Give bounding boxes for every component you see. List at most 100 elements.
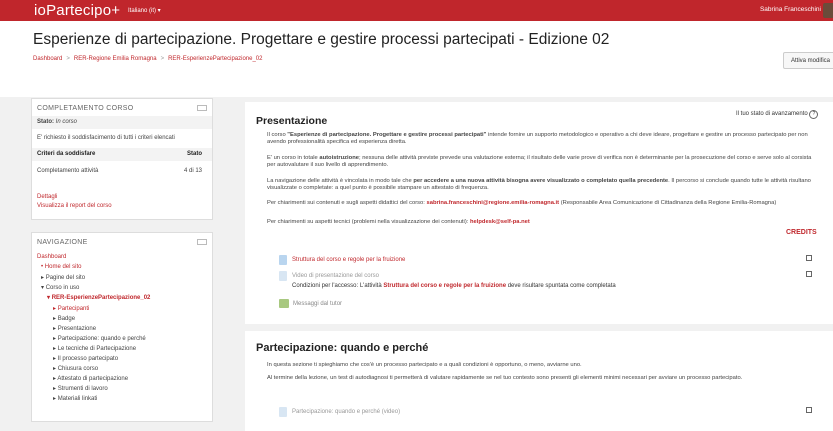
help-icon[interactable]: ? <box>809 110 819 119</box>
condition-end: deve risultare spuntata come completata <box>506 283 616 289</box>
edit-mode-button[interactable]: Attiva modifica <box>783 52 833 69</box>
course-name: "Esperienze di partecipazione. Progettar… <box>287 132 487 138</box>
breadcrumb-region[interactable]: RER-Regione Emilia Romagna <box>74 56 157 62</box>
breadcrumb-separator: > <box>66 56 70 62</box>
nav-participants-label: Partecipanti <box>57 306 90 312</box>
condition-start: Condizioni per l'accesso: L'attività <box>292 283 384 289</box>
nav-home-label: Home del sito <box>44 264 82 270</box>
completion-block: COMPLETAMENTO CORSO Stato: In corso E' r… <box>31 98 213 220</box>
nav-materiali[interactable]: ▸ Materiali linkati <box>32 395 212 402</box>
condition-activity: Struttura del corso e regole per la frui… <box>383 283 507 289</box>
nav-dashboard[interactable]: Dashboard <box>32 254 212 260</box>
page-icon <box>279 271 287 281</box>
completion-block-title: COMPLETAMENTO CORSO <box>37 105 134 112</box>
nav-presentazione[interactable]: ▸ Presentazione <box>32 325 212 332</box>
nav-site-pages[interactable]: ▸ Pagine del sito <box>32 274 212 281</box>
nav-current-course-label: Corso in uso <box>45 285 80 291</box>
p1-start: Il corso <box>267 132 288 138</box>
nav-course-label: RER-EsperienzePartecipazione_02 <box>51 295 151 301</box>
site-logo[interactable]: ioPartecipo+ <box>34 2 120 19</box>
credits-link[interactable]: CREDITS <box>786 229 817 236</box>
top-navbar: ioPartecipo+ Italiano (it) ▾ Sabrina Fra… <box>0 0 833 21</box>
p3-start: La navigazione delle attività è vincolat… <box>267 178 414 184</box>
p3-bold: per accedere a una nuova attività bisogn… <box>413 178 669 184</box>
nav-attestato[interactable]: ▸ Attestato di partecipazione <box>32 375 212 382</box>
contact-paragraph: Per chiarimenti sui contenuti e sugli as… <box>267 200 820 207</box>
activity-structure-link[interactable]: Struttura del corso e regole per la frui… <box>292 257 405 263</box>
nav-course[interactable]: ▾ RER-EsperienzePartecipazione_02 <box>32 294 212 301</box>
breadcrumb-course[interactable]: RER-EsperienzePartecipazione_02 <box>168 56 262 62</box>
access-condition: Condizioni per l'accesso: L'attività Str… <box>292 283 616 289</box>
p4-start: Per chiarimenti sui contenuti e sugli as… <box>267 200 427 206</box>
progress-text: Il tuo stato di avanzamento <box>736 111 808 117</box>
section-title: Presentazione <box>256 115 328 127</box>
nav-partecipazione[interactable]: ▸ Partecipazione: quando e perché <box>32 335 212 342</box>
nav-badge[interactable]: ▸ Badge <box>32 315 212 322</box>
completion-checkbox[interactable] <box>806 255 812 261</box>
nav-strumenti-label: Strumenti di lavoro <box>57 386 108 392</box>
user-menu[interactable]: Sabrina Franceschini <box>760 6 821 13</box>
nav-presentazione-label: Presentazione <box>57 326 97 332</box>
p5-start: Per chiarimenti su aspetti tecnici (prob… <box>267 219 470 225</box>
section-test-info: Al termine della lezione, un test di aut… <box>267 375 743 381</box>
nav-current-course[interactable]: ▾ Corso in uso <box>32 284 212 291</box>
nav-home[interactable]: • Home del sito <box>32 264 212 270</box>
helpdesk-email-link[interactable]: helpdesk@self-pa.net <box>470 219 530 225</box>
criteria-column: Criteri da soddisfare <box>37 151 96 157</box>
nav-tecniche-label: Le tecniche di Partecipazione <box>57 346 137 352</box>
nav-chiusura-label: Chiusura corso <box>57 366 99 372</box>
activity-video-label: Video di presentazione del corso <box>292 273 379 279</box>
criteria-value: 4 di 13 <box>183 168 202 174</box>
helpdesk-paragraph: Per chiarimenti su aspetti tecnici (prob… <box>267 219 820 226</box>
avatar[interactable] <box>823 3 833 18</box>
completion-checkbox[interactable] <box>806 271 812 277</box>
navigation-block-title: NAVIGAZIONE <box>37 239 88 246</box>
status-column: Stato <box>187 151 202 157</box>
nav-site-pages-label: Pagine del sito <box>45 275 86 281</box>
nav-tecniche[interactable]: ▸ Le tecniche di Partecipazione <box>32 345 212 352</box>
page-title: Esperienze di partecipazione. Progettare… <box>33 31 610 48</box>
language-menu[interactable]: Italiano (it) ▾ <box>128 7 161 14</box>
p2-bold: autoistruzione <box>319 155 359 161</box>
self-study-paragraph: E' un corso in totale autoistruzione; ne… <box>267 155 820 170</box>
nav-chiusura[interactable]: ▸ Chiusura corso <box>32 365 212 372</box>
nav-badge-label: Badge <box>57 316 76 322</box>
navigation-block: NAVIGAZIONE Dashboard • Home del sito ▸ … <box>31 232 213 422</box>
chat-icon <box>279 299 289 308</box>
breadcrumb-dashboard[interactable]: Dashboard <box>33 56 62 62</box>
completion-status: Stato: In corso <box>32 116 212 129</box>
report-link[interactable]: Visualizza il report del corso <box>32 203 212 209</box>
nav-processo-label: Il processo partecipato <box>57 356 119 362</box>
nav-materiali-label: Materiali linkati <box>57 396 98 402</box>
completion-checkbox[interactable] <box>806 407 812 413</box>
details-link[interactable]: Dettagli <box>32 194 212 200</box>
settings-icon[interactable] <box>197 239 207 245</box>
status-value: In corso <box>55 119 78 125</box>
page-icon <box>279 407 287 417</box>
nav-strumenti[interactable]: ▸ Strumenti di lavoro <box>32 385 212 392</box>
section-intro: In questa sezione ti spieghiamo che cos'… <box>267 362 582 368</box>
criteria-header: Criteri da soddisfare Stato <box>32 148 212 161</box>
contact-email-link[interactable]: sabrina.franceschini@regione.emilia-roma… <box>427 200 560 206</box>
nav-participants[interactable]: ▸ Partecipanti <box>32 305 212 312</box>
nav-processo[interactable]: ▸ Il processo partecipato <box>32 355 212 362</box>
navigation-paragraph: La navigazione delle attività è vincolat… <box>267 178 820 193</box>
status-label: Stato: <box>37 119 54 125</box>
criteria-row: Completamento attività 4 di 13 <box>32 168 212 174</box>
completion-requirement: E' richiesto il soddisfacimento di tutti… <box>37 135 175 141</box>
section-partecipazione: Partecipazione: quando e perché In quest… <box>245 331 833 431</box>
breadcrumb: Dashboard > RER-Regione Emilia Romagna > RER… <box>33 56 262 62</box>
tutor-messages-label: Messaggi dal tutor <box>293 301 343 307</box>
activity-partecipazione-label: Partecipazione: quando e perché (video) <box>292 409 401 415</box>
section-presentazione: Il tuo stato di avanzamento ? Presentazi… <box>245 102 833 324</box>
nav-attestato-label: Attestato di partecipazione <box>57 376 129 382</box>
p2-start: E' un corso in totale <box>267 155 320 161</box>
course-content: Il tuo stato di avanzamento ? Presentazi… <box>245 102 833 431</box>
criteria-label: Completamento attività <box>37 168 99 174</box>
progress-label: Il tuo stato di avanzamento ? <box>736 110 819 119</box>
breadcrumb-separator: > <box>160 56 165 62</box>
page-icon <box>279 255 287 265</box>
settings-icon[interactable] <box>197 105 207 111</box>
section-title: Partecipazione: quando e perché <box>256 342 429 354</box>
p4-end: (Responsabile Area Comunicazione di Citt… <box>559 200 777 206</box>
